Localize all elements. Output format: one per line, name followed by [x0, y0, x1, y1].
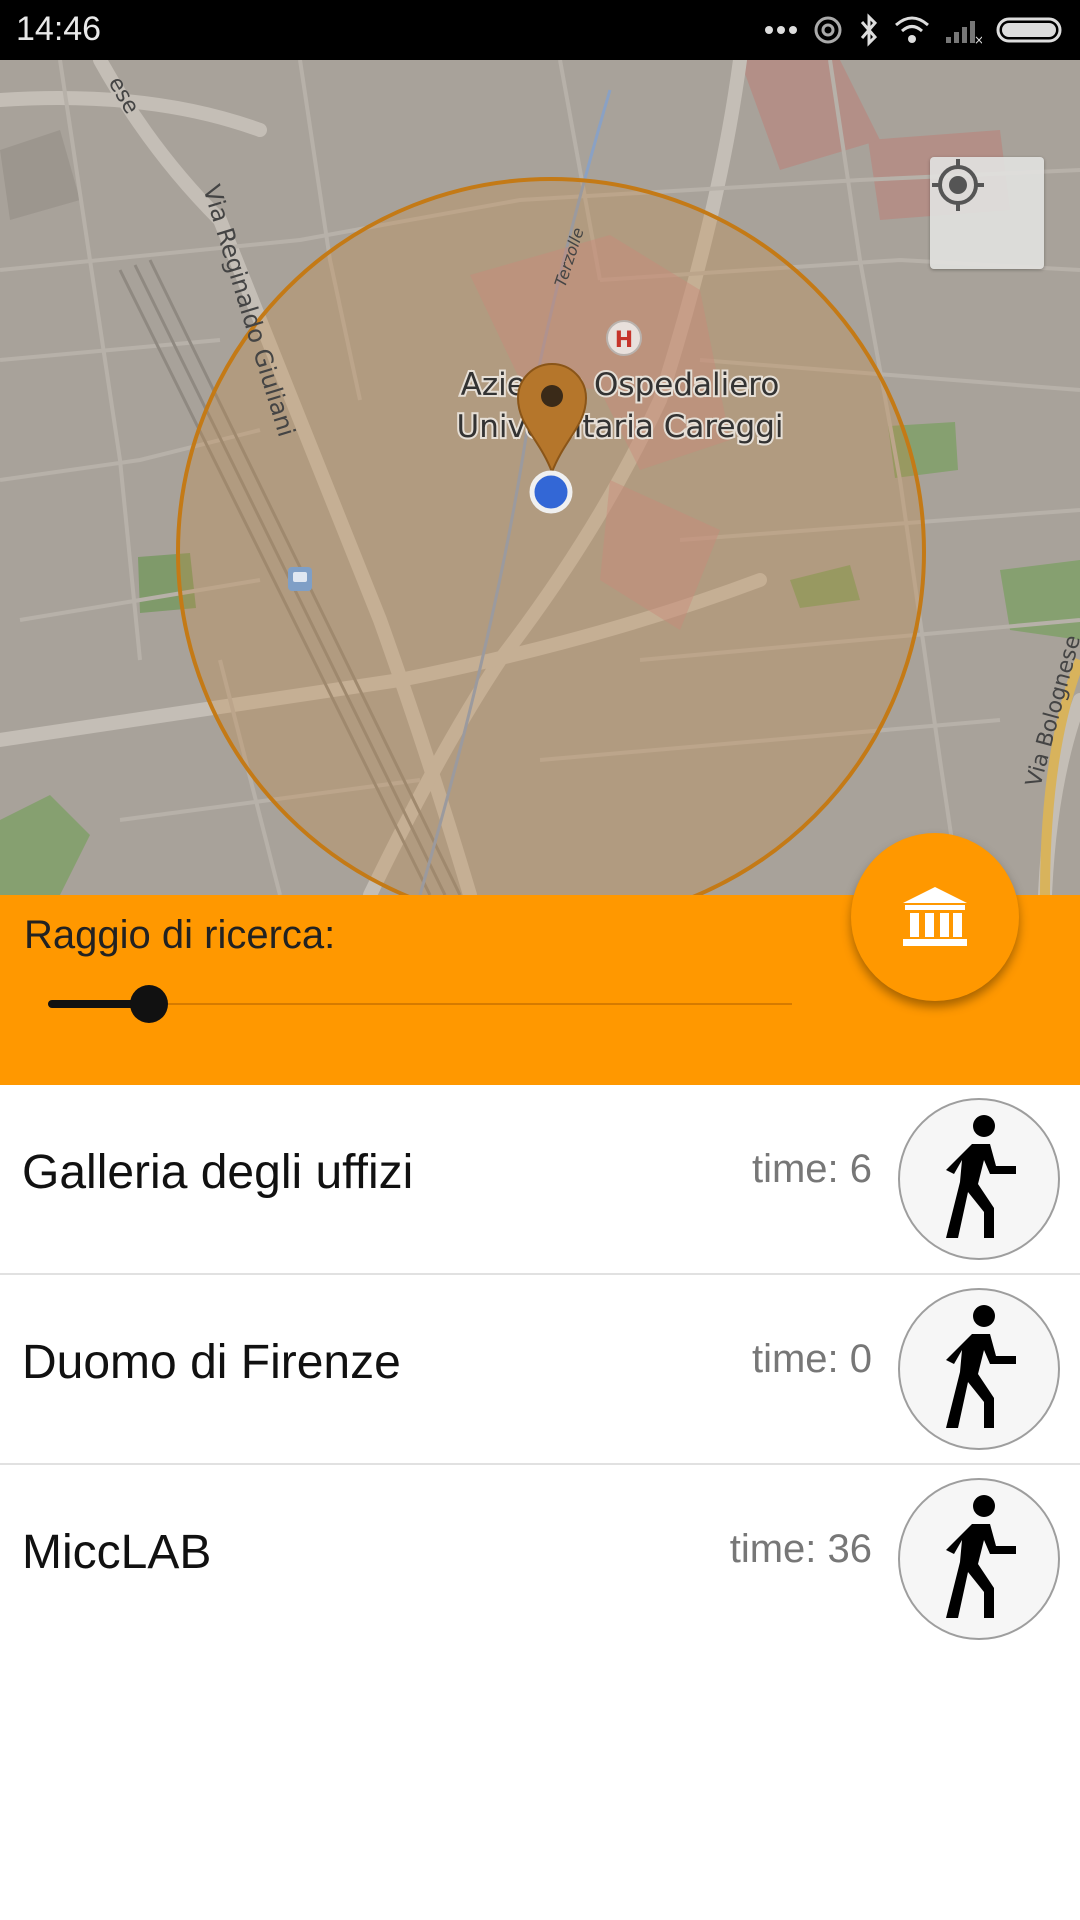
- walking-person-icon: [946, 1115, 1016, 1238]
- place-list-item[interactable]: Galleria degli uffizi time: 6: [0, 1085, 1080, 1275]
- place-time: time: 0: [751, 1337, 872, 1381]
- status-bar: 14:46 ×: [0, 0, 1080, 60]
- place-name: Duomo di Firenze: [22, 1336, 401, 1389]
- search-radius-slider[interactable]: [48, 984, 792, 1024]
- map-view[interactable]: Via Reginaldo Giuliani Terzolle Via Bolo…: [0, 60, 1080, 895]
- map-canvas: Via Reginaldo Giuliani Terzolle Via Bolo…: [0, 60, 1080, 895]
- user-location-dot: [529, 470, 573, 514]
- museum-icon: [903, 887, 967, 946]
- svg-text:H: H: [615, 328, 633, 353]
- wifi-icon: [894, 15, 930, 45]
- my-location-button[interactable]: [930, 157, 1044, 269]
- svg-text:×: ×: [974, 33, 982, 45]
- walk-directions-button[interactable]: [898, 1288, 1060, 1450]
- walking-person-icon: [946, 1495, 1016, 1618]
- hotspot-icon: [812, 14, 844, 46]
- place-time: time: 36: [729, 1527, 872, 1571]
- museum-fab-button[interactable]: [851, 833, 1019, 1001]
- more-dots-icon: [764, 24, 798, 36]
- walk-directions-button[interactable]: [898, 1478, 1060, 1640]
- slider-thumb[interactable]: [130, 985, 168, 1023]
- status-icons: ×: [764, 12, 1066, 48]
- walking-person-icon: [946, 1305, 1016, 1428]
- place-list-item[interactable]: MiccLAB time: 36: [0, 1465, 1080, 1653]
- place-name: MiccLAB: [22, 1526, 212, 1579]
- place-name: Galleria degli uffizi: [22, 1146, 414, 1199]
- place-time: time: 6: [751, 1147, 872, 1191]
- place-list-item[interactable]: Duomo di Firenze time: 0: [0, 1275, 1080, 1465]
- search-radius-label: Raggio di ricerca:: [24, 913, 336, 957]
- walk-directions-button[interactable]: [898, 1098, 1060, 1260]
- poi-label-line1: Azienda Ospedaliero: [461, 367, 780, 403]
- train-station-icon: [288, 567, 312, 591]
- places-list: Galleria degli uffizi time: 6 Duomo di F…: [0, 1085, 1080, 1653]
- signal-icon: ×: [944, 15, 982, 45]
- crosshair-icon: [932, 159, 984, 211]
- bluetooth-icon: [858, 13, 880, 47]
- poi-label-line2: Universitaria Careggi: [457, 409, 784, 445]
- battery-icon: [996, 15, 1066, 45]
- status-time: 14:46: [16, 10, 102, 48]
